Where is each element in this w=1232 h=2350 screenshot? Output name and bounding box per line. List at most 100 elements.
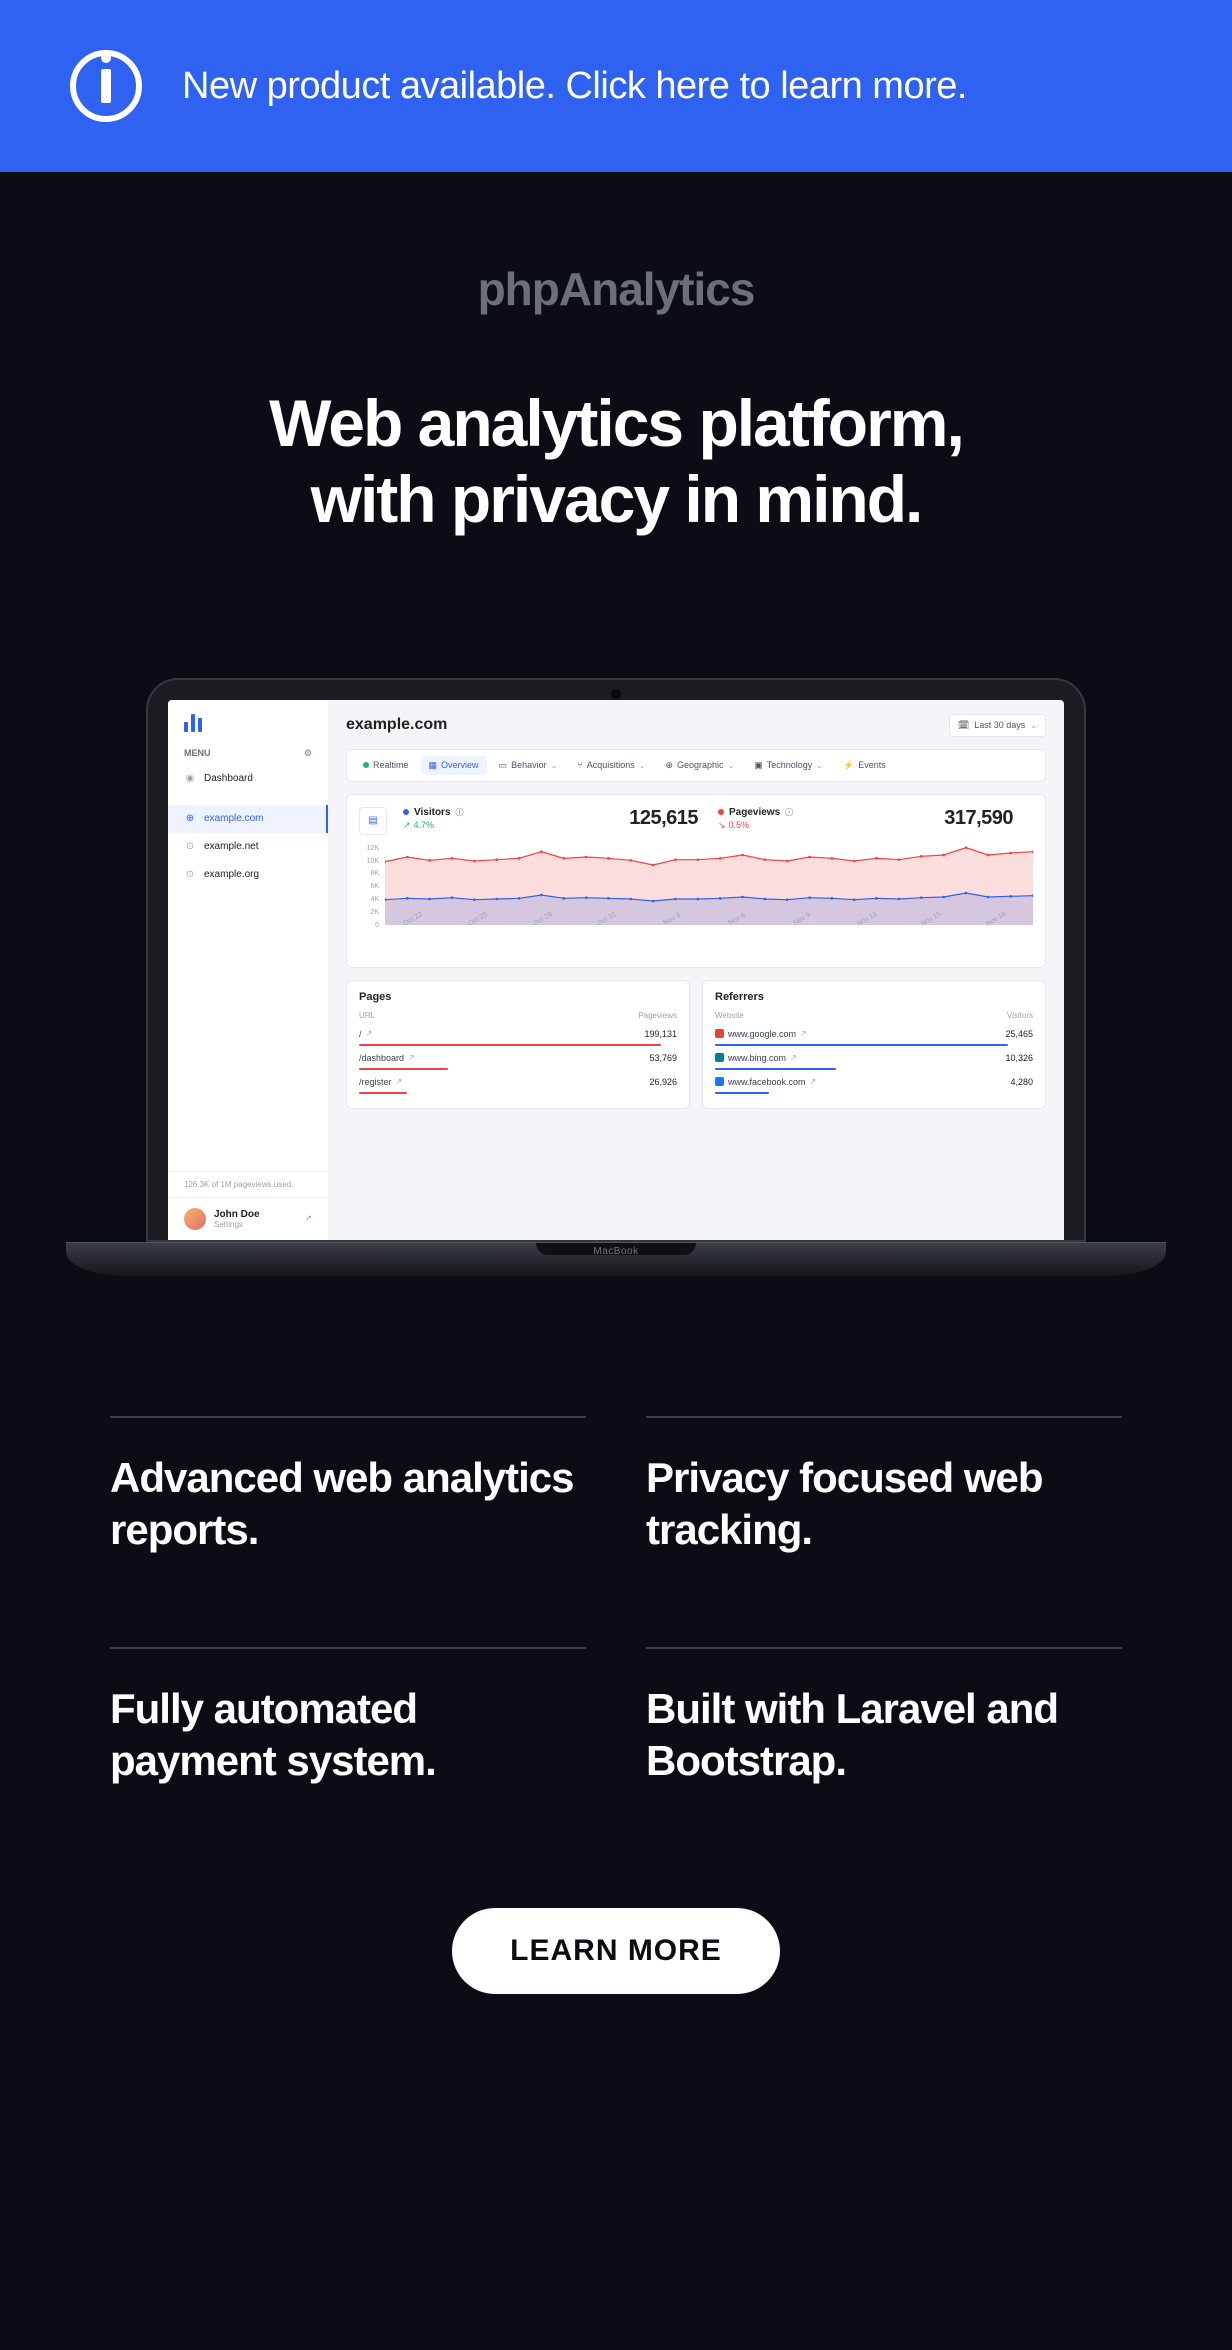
- row-value: 4,280: [1010, 1077, 1033, 1087]
- row-value: 25,465: [1005, 1029, 1033, 1039]
- table-row[interactable]: www.facebook.com ↗ 4,280: [715, 1074, 1033, 1090]
- calendar-icon: 🗓: [958, 720, 969, 731]
- nav-dashboard[interactable]: ◉ Dashboard: [168, 765, 328, 793]
- tab-label: Technology: [767, 760, 813, 770]
- tab-label: Realtime: [373, 760, 409, 770]
- learn-more-button[interactable]: LEARN MORE: [452, 1908, 780, 1994]
- row-value: 53,769: [649, 1053, 677, 1063]
- sidebar: MENU ⚙ ◉ Dashboard ⊕ example.com ⊙ examp…: [168, 700, 328, 1240]
- row-bar: [359, 1044, 661, 1046]
- bolt-icon: ⚡: [843, 760, 854, 771]
- table-row[interactable]: www.google.com ↗ 25,465: [715, 1026, 1033, 1042]
- globe-icon: ⊙: [184, 841, 196, 853]
- row-bar: [715, 1068, 836, 1070]
- row-value: 10,326: [1005, 1053, 1033, 1063]
- tab-bar: Realtime ▦ Overview ▭ Behavior ⌄ ⑂ Acqui…: [346, 749, 1046, 782]
- pages-col-url: URL: [359, 1011, 375, 1020]
- app-logo[interactable]: [168, 700, 328, 742]
- promo-banner[interactable]: New product available. Click here to lea…: [0, 0, 1232, 172]
- tab-label: Acquisitions: [587, 760, 635, 770]
- brand-name: phpAnalytics: [100, 262, 1132, 316]
- row-bar: [715, 1044, 1008, 1046]
- realtime-dot-icon: [363, 762, 369, 768]
- main-content: example.com 🗓 Last 30 days ⌄ Realtime ▦ …: [328, 700, 1064, 1240]
- macbook-label: MacBook: [593, 1246, 638, 1257]
- tab-overview[interactable]: ▦ Overview: [421, 756, 487, 775]
- referrers-panel: Referrers Website Visitors www.google.co…: [702, 980, 1046, 1109]
- external-link-icon: ↗: [396, 1077, 403, 1086]
- tab-label: Overview: [441, 760, 479, 770]
- row-value: 26,926: [649, 1077, 677, 1087]
- globe-icon: ⊕: [184, 813, 196, 825]
- dashboard-screenshot: MENU ⚙ ◉ Dashboard ⊕ example.com ⊙ examp…: [168, 700, 1064, 1240]
- arrow-up-icon: ↗: [403, 820, 411, 831]
- pageviews-value: 317,590: [944, 807, 1013, 830]
- row-label: www.google.com: [728, 1029, 796, 1039]
- pageviews-color-dot: [718, 809, 724, 815]
- laptop-mockup: MENU ⚙ ◉ Dashboard ⊕ example.com ⊙ examp…: [0, 578, 1232, 1242]
- user-settings-link: Settings: [214, 1220, 260, 1229]
- promo-banner-text: New product available. Click here to lea…: [182, 65, 967, 108]
- user-menu[interactable]: John Doe Settings ↗: [168, 1197, 328, 1240]
- tab-technology[interactable]: ▣ Technology ⌄: [746, 756, 831, 775]
- menu-header: MENU: [184, 748, 211, 758]
- gear-icon[interactable]: ⚙: [304, 748, 312, 759]
- tab-behavior[interactable]: ▭ Behavior ⌄: [491, 756, 566, 775]
- external-link-icon: ↗: [810, 1077, 817, 1086]
- bars-icon: [184, 714, 312, 732]
- favicon-icon: [715, 1053, 724, 1062]
- feature-item: Advanced web analytics reports.: [110, 1416, 586, 1557]
- hero-section: phpAnalytics Web analytics platform,with…: [0, 172, 1232, 578]
- sidebar-site-item[interactable]: ⊙ example.net: [168, 833, 328, 861]
- visitors-value: 125,615: [629, 807, 698, 830]
- tab-label: Events: [858, 760, 886, 770]
- chevron-down-icon: ⌄: [639, 761, 646, 770]
- external-link-icon: ↗: [790, 1053, 797, 1062]
- tab-events[interactable]: ⚡ Events: [835, 756, 894, 775]
- info-icon: [70, 50, 142, 122]
- tab-acquisitions[interactable]: ⑂ Acquisitions ⌄: [569, 756, 653, 775]
- table-row[interactable]: /dashboard ↗ 53,769: [359, 1050, 677, 1066]
- device-icon: ▭: [499, 760, 508, 771]
- sidebar-site-label: example.com: [204, 813, 263, 824]
- globe-icon: ⊕: [665, 760, 673, 771]
- date-range-picker[interactable]: 🗓 Last 30 days ⌄: [949, 714, 1046, 737]
- row-label: /: [359, 1029, 362, 1039]
- external-link-icon: ↗: [800, 1029, 807, 1038]
- gauge-icon: ◉: [184, 773, 196, 785]
- visitors-delta: ↗ 4.7%: [403, 820, 464, 831]
- row-label: /register: [359, 1077, 392, 1087]
- table-row[interactable]: /register ↗ 26,926: [359, 1074, 677, 1090]
- chart-icon[interactable]: ▤: [359, 807, 387, 835]
- feature-item: Privacy focused web tracking.: [646, 1416, 1122, 1557]
- info-small-icon[interactable]: ⓘ: [785, 807, 793, 818]
- row-bar: [359, 1068, 448, 1070]
- feature-item: Fully automated payment system.: [110, 1647, 586, 1788]
- grid-icon: ▦: [429, 760, 438, 771]
- tab-label: Geographic: [677, 760, 724, 770]
- pageviews-delta: ↘ 0.5%: [718, 820, 793, 831]
- chevron-down-icon: ⌄: [1030, 721, 1037, 730]
- visitors-label: Visitors: [414, 807, 451, 818]
- external-link-icon: ↗: [366, 1029, 373, 1038]
- referrers-panel-title: Referrers: [715, 991, 1033, 1003]
- visitors-color-dot: [403, 809, 409, 815]
- pageviews-label: Pageviews: [729, 807, 780, 818]
- chevron-down-icon: ⌄: [816, 761, 823, 770]
- tab-realtime[interactable]: Realtime: [355, 756, 417, 775]
- table-row[interactable]: / ↗ 199,131: [359, 1026, 677, 1042]
- sidebar-site-label: example.org: [204, 869, 259, 880]
- nav-dashboard-label: Dashboard: [204, 773, 253, 784]
- row-label: www.bing.com: [728, 1053, 786, 1063]
- sidebar-site-item[interactable]: ⊙ example.org: [168, 861, 328, 889]
- table-row[interactable]: www.bing.com ↗ 10,326: [715, 1050, 1033, 1066]
- sidebar-site-item[interactable]: ⊕ example.com: [168, 805, 328, 833]
- avatar: [184, 1208, 206, 1230]
- globe-icon: ⊙: [184, 869, 196, 881]
- tab-geographic[interactable]: ⊕ Geographic ⌄: [657, 756, 742, 775]
- page-title: example.com: [346, 716, 447, 734]
- info-small-icon[interactable]: ⓘ: [456, 807, 464, 818]
- usage-text: 126.3K of 1M pageviews used.: [168, 1171, 328, 1197]
- chip-icon: ▣: [754, 760, 763, 771]
- features-grid: Advanced web analytics reports. Privacy …: [0, 1276, 1232, 1868]
